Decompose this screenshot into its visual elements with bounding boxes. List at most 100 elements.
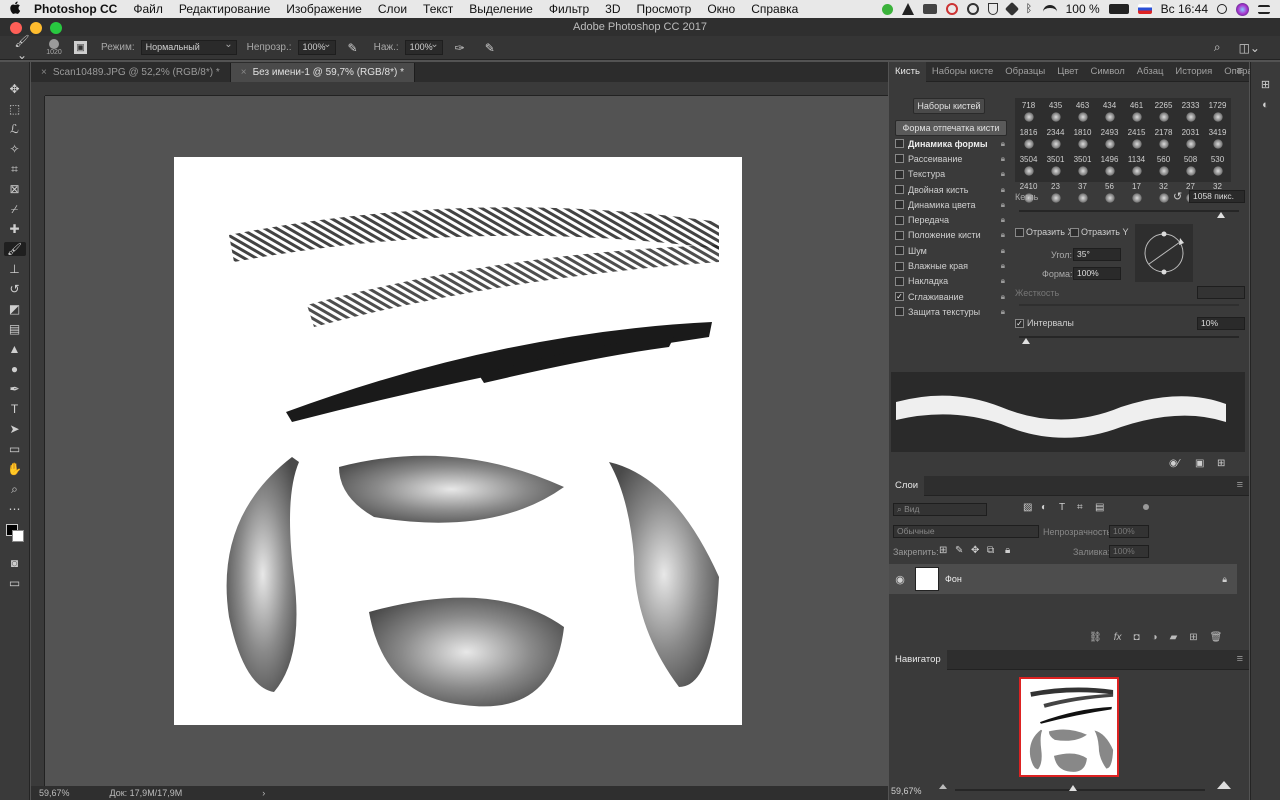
search-icon[interactable]: ⌕ bbox=[1214, 40, 1221, 55]
menu-view[interactable]: Просмотр bbox=[629, 2, 700, 16]
menu-help[interactable]: Справка bbox=[743, 2, 806, 16]
lock-all-icon[interactable]: 🔒︎ bbox=[1005, 545, 1010, 556]
new-layer-icon[interactable]: ⊞ bbox=[1189, 632, 1197, 643]
pen-tool-icon[interactable]: ✒ bbox=[4, 382, 26, 396]
close-window-button[interactable] bbox=[10, 22, 22, 34]
tab-character[interactable]: Символ bbox=[1085, 66, 1131, 77]
opacity-select[interactable]: 100% bbox=[297, 38, 336, 55]
filter-toggle[interactable] bbox=[1143, 504, 1149, 510]
hardness-field[interactable] bbox=[1197, 286, 1245, 299]
siri-icon[interactable] bbox=[1236, 2, 1249, 16]
tab-scan10489[interactable]: × Scan10489.JPG @ 52,2% (RGB/8*) * bbox=[31, 63, 231, 82]
status-menu-arrow[interactable]: › bbox=[262, 788, 265, 798]
create-preset-icon[interactable]: ⊞ bbox=[1217, 458, 1225, 469]
brush-tip[interactable]: 1496 bbox=[1096, 155, 1123, 182]
eraser-tool-icon[interactable]: ◩ bbox=[4, 302, 26, 316]
checkbox[interactable] bbox=[895, 139, 904, 149]
flow-select[interactable]: 100% bbox=[404, 38, 443, 55]
marquee-tool-icon[interactable]: ⬚ bbox=[4, 102, 26, 116]
tab-history[interactable]: История bbox=[1169, 66, 1218, 77]
angle-roundness-widget[interactable] bbox=[1135, 224, 1193, 282]
tab-navigator[interactable]: Навигатор bbox=[889, 649, 947, 670]
brush-tip[interactable]: 1134 bbox=[1123, 155, 1150, 182]
spacing-slider-knob[interactable] bbox=[1022, 338, 1030, 344]
navigator-zoom-slider[interactable] bbox=[955, 789, 1205, 791]
tab-brush-presets[interactable]: Наборы кисте bbox=[926, 66, 999, 77]
hardness-slider[interactable] bbox=[1019, 304, 1239, 306]
size-field[interactable]: 1058 пикс. bbox=[1189, 190, 1245, 203]
flip-x-checkbox[interactable] bbox=[1015, 228, 1024, 237]
screen-mode-icon[interactable]: ▭ bbox=[4, 576, 26, 590]
panel-menu-icon[interactable]: ≡ bbox=[1237, 479, 1243, 491]
brush-tool-preset-icon[interactable]: 🖌︎⌄ bbox=[10, 34, 34, 62]
size-slider-knob[interactable] bbox=[1217, 212, 1225, 218]
menu-file[interactable]: Файл bbox=[125, 2, 171, 16]
notification-list-icon[interactable] bbox=[1258, 4, 1270, 14]
brush-tip[interactable]: 718 bbox=[1015, 101, 1042, 128]
lock-icon[interactable]: 🔒︎ bbox=[1001, 276, 1005, 286]
move-tool-icon[interactable]: ✥ bbox=[4, 82, 26, 96]
layer-filter-select[interactable]: ⌕ Вид bbox=[893, 503, 987, 516]
brush-tip[interactable]: 461 bbox=[1123, 101, 1150, 128]
shield-icon[interactable] bbox=[987, 3, 998, 15]
lock-icon[interactable]: 🔒︎ bbox=[1001, 139, 1005, 149]
option-smoothing[interactable]: ✓ Сглаживание 🔒︎ bbox=[895, 289, 1007, 304]
spacing-slider[interactable] bbox=[1019, 336, 1239, 338]
checkbox[interactable] bbox=[895, 185, 904, 195]
blend-mode-select[interactable]: Обычные bbox=[893, 525, 1039, 538]
reset-size-icon[interactable]: ↺ bbox=[1173, 190, 1182, 203]
option-noise[interactable]: Шум 🔒︎ bbox=[895, 243, 1007, 258]
tab-brush[interactable]: Кисть bbox=[889, 61, 926, 82]
lock-icon[interactable]: 🔒︎ bbox=[1001, 307, 1005, 317]
lock-icon[interactable]: 🔒︎ bbox=[1001, 185, 1005, 195]
option-dual-brush[interactable]: Двойная кисть 🔒︎ bbox=[895, 182, 1007, 197]
adjustments-icon[interactable]: ◐ bbox=[1262, 99, 1269, 111]
brush-tip[interactable]: 2493 bbox=[1096, 128, 1123, 155]
magic-wand-tool-icon[interactable]: ✧ bbox=[4, 142, 26, 156]
tab-paragraph[interactable]: Абзац bbox=[1131, 66, 1170, 77]
clock[interactable]: Вс 16:44 bbox=[1161, 2, 1208, 16]
brush-tip[interactable]: 508 bbox=[1177, 155, 1204, 182]
brush-panel-toggle-icon[interactable]: ▣ bbox=[74, 41, 87, 54]
document-canvas[interactable] bbox=[174, 157, 742, 725]
color-swatches[interactable] bbox=[4, 522, 26, 544]
tab-untitled-1[interactable]: × Без имени-1 @ 59,7% (RGB/8*) * bbox=[230, 63, 415, 82]
zoom-in-icon[interactable] bbox=[1217, 781, 1231, 789]
rectangle-tool-icon[interactable]: ▭ bbox=[4, 442, 26, 456]
checkbox[interactable] bbox=[895, 307, 904, 317]
vertical-ruler[interactable] bbox=[31, 96, 45, 786]
brush-tip[interactable]: 560 bbox=[1150, 155, 1177, 182]
checkbox[interactable] bbox=[895, 215, 904, 225]
layer-opacity-field[interactable]: 100% bbox=[1109, 525, 1149, 538]
brush-tip[interactable]: 56 bbox=[1096, 182, 1123, 209]
creative-cloud-icon[interactable] bbox=[945, 3, 958, 15]
brush-tool-icon[interactable]: 🖌︎ bbox=[3, 242, 26, 256]
delete-layer-icon[interactable]: 🗑︎ bbox=[1210, 632, 1223, 643]
brush-tip[interactable]: 2178 bbox=[1150, 128, 1177, 155]
healing-brush-tool-icon[interactable]: ✚ bbox=[4, 222, 26, 236]
checkbox[interactable] bbox=[895, 200, 904, 210]
zoom-readout[interactable]: 59,67% bbox=[39, 788, 70, 798]
gradient-tool-icon[interactable]: ▤ bbox=[4, 322, 26, 336]
lock-icon[interactable]: 🔒︎ bbox=[1001, 154, 1005, 164]
minimize-window-button[interactable] bbox=[30, 22, 42, 34]
search-icon[interactable] bbox=[1217, 4, 1227, 14]
dodge-tool-icon[interactable]: ● bbox=[4, 362, 26, 376]
checkbox[interactable] bbox=[895, 276, 904, 286]
brush-tip[interactable]: 3501 bbox=[1069, 155, 1096, 182]
panel-menu-icon[interactable]: ≡ bbox=[1237, 65, 1243, 77]
visibility-eye-icon[interactable]: ◉ bbox=[889, 573, 911, 586]
lock-icon[interactable]: 🔒︎ bbox=[1001, 261, 1005, 271]
checkbox[interactable] bbox=[895, 261, 904, 271]
path-selection-tool-icon[interactable]: ➤ bbox=[4, 422, 26, 436]
lock-icon[interactable]: 🔒︎ bbox=[1001, 215, 1005, 225]
filter-pixel-icon[interactable]: ▨ bbox=[1023, 502, 1032, 513]
brush-tip[interactable]: 2415 bbox=[1123, 128, 1150, 155]
battery-icon[interactable] bbox=[1108, 4, 1129, 14]
zoom-tool-icon[interactable]: ⌕ bbox=[4, 482, 26, 496]
lock-icon[interactable]: 🔒︎ bbox=[1001, 246, 1005, 256]
flag-icon[interactable] bbox=[1137, 4, 1152, 14]
blur-tool-icon[interactable]: ▲ bbox=[4, 342, 26, 356]
lock-artboard-icon[interactable]: ⧉ bbox=[987, 545, 994, 556]
crop-tool-icon[interactable]: ⌗ bbox=[4, 162, 26, 176]
